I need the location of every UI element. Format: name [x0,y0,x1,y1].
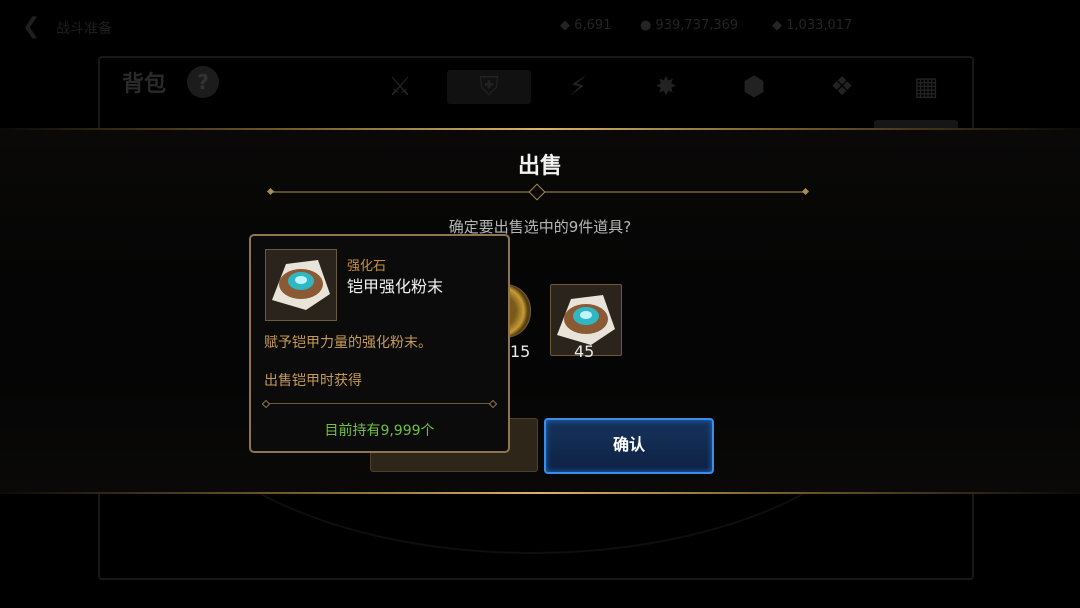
burst-tab-icon[interactable]: ✸ [644,70,688,104]
weapon-tab-icon[interactable]: ⚔ [378,70,422,104]
item-description: 赋予铠甲力量的强化粉末。 [264,335,432,351]
card-tab-icon[interactable]: ❖ [820,70,864,104]
sell-question: 确定要出售选中的9件道具? [448,218,632,236]
dialog-title: 出售 [517,154,562,179]
top-bar: ❮ 战斗准备 ◆ 6,691 ● 939,737,369 ◆ 1,033,017 [0,0,1080,56]
item-count: 45 [574,342,595,361]
gem-amount: 1,033,017 [786,18,853,33]
misc-tab-icon[interactable]: ▦ [904,70,948,104]
dialog-top-border [0,128,1080,130]
bag-title: 背包 [122,72,167,97]
confirm-button[interactable]: 确认 [544,418,714,474]
title-divider [266,183,810,201]
crystal-icon: ◆ [560,18,570,33]
gem-resource: ◆ 1,033,017 [772,18,852,33]
armor-powder-icon [272,260,330,310]
item-category: 强化石 [347,259,387,274]
tooltip-divider [261,399,498,409]
material-tab-icon[interactable]: ⬢ [732,70,776,104]
help-button[interactable]: ? [187,66,219,98]
gold-resource: ● 939,737,369 [640,18,738,33]
tooltip-item-slot [265,249,337,321]
item-name: 铠甲强化粉末 [347,277,444,296]
gem-icon: ◆ [772,18,782,33]
item-tooltip: 强化石 铠甲强化粉末 赋予铠甲力量的强化粉末。 出售铠甲时获得 目前持有9,99… [249,234,510,453]
dialog-bottom-border [0,492,1080,494]
crystal-resource: ◆ 6,691 [560,18,611,33]
item-source: 出售铠甲时获得 [264,373,362,389]
back-icon[interactable]: ❮ [22,14,40,39]
gold-icon: ● [640,18,652,33]
gold-amount: 939,737,369 [655,18,739,33]
skill-tab-icon[interactable]: ⚡ [556,70,600,104]
window-title: 战斗准备 [56,21,112,37]
armor-tab-icon[interactable]: ⛨ [447,70,531,104]
owned-count: 目前持有9,999个 [324,423,435,439]
crystal-amount: 6,691 [574,18,612,33]
sell-dialog [0,128,1080,494]
item-count: 15 [510,342,531,361]
